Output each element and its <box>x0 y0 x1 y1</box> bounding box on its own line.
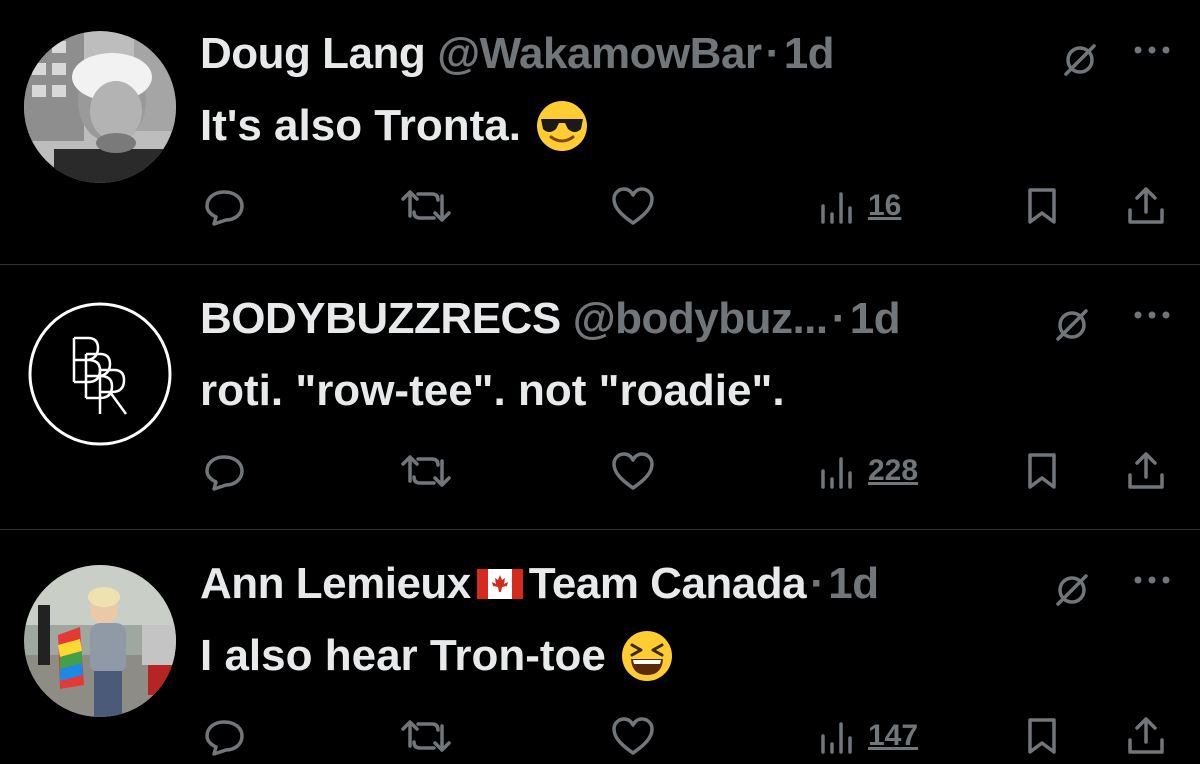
timestamp[interactable]: 1d <box>828 559 879 609</box>
author-handle[interactable]: @WakamowBar <box>437 29 762 79</box>
tweet-actions: 16 <box>0 178 1200 234</box>
timestamp[interactable]: 1d <box>784 29 835 79</box>
view-count[interactable]: 228 <box>868 454 918 488</box>
reply-icon <box>205 190 244 226</box>
more-options-icon[interactable] <box>1130 570 1174 590</box>
like-button[interactable] <box>610 443 656 499</box>
tweet-actions: 147 <box>0 708 1200 764</box>
reply-button[interactable] <box>202 178 246 234</box>
bookmark-button[interactable] <box>1022 443 1062 499</box>
view-count[interactable]: 147 <box>868 719 918 753</box>
reply-button[interactable] <box>202 443 246 499</box>
retweet-button[interactable] <box>400 443 452 499</box>
view-count[interactable]: 16 <box>868 189 901 223</box>
tweet-header: Ann Lemieux Team Canada · 1d <box>200 556 879 612</box>
more-options-icon[interactable] <box>1130 40 1174 60</box>
analytics-icon <box>821 192 852 224</box>
author-name[interactable]: BODYBUZZRECS <box>200 294 561 344</box>
reply-icon <box>205 720 244 756</box>
tweet-text: It's also Tronta. <box>200 101 521 150</box>
grok-icon[interactable] <box>1062 42 1098 78</box>
bookmark-button[interactable] <box>1022 708 1062 764</box>
bookmark-icon <box>1028 453 1056 489</box>
tweet-text-row: roti. "row-tee". not "roadie". <box>200 361 785 421</box>
separator-dot: · <box>831 294 847 343</box>
bookmark-icon <box>1028 188 1056 224</box>
heart-icon <box>612 717 654 755</box>
author-handle[interactable]: @bodybuz... <box>573 294 828 344</box>
more-options-icon[interactable] <box>1130 305 1174 325</box>
separator-dot: · <box>765 29 781 78</box>
share-icon <box>1128 717 1164 754</box>
tweet[interactable]: Ann Lemieux Team Canada · 1d I also hear… <box>0 530 1200 758</box>
views-button[interactable]: 16 <box>818 178 901 234</box>
tweet[interactable]: Doug Lang @WakamowBar · 1d It's also Tro… <box>0 0 1200 264</box>
share-button[interactable] <box>1124 178 1168 234</box>
tweet-text-row: It's also Tronta. <box>200 96 589 156</box>
bookmark-button[interactable] <box>1022 178 1062 234</box>
tweet-text: I also hear Tron-toe <box>200 631 606 680</box>
grinning-squinting-emoji-icon <box>620 629 674 683</box>
like-button[interactable] <box>610 178 656 234</box>
retweet-icon <box>401 720 451 752</box>
sunglasses-emoji-icon <box>535 99 589 153</box>
tweet-text: roti. "row-tee". not "roadie". <box>200 366 785 415</box>
retweet-button[interactable] <box>400 178 452 234</box>
share-icon <box>1128 187 1164 224</box>
tweet-actions: 228 <box>0 443 1200 499</box>
analytics-icon <box>821 457 852 489</box>
tweet[interactable]: BODYBUZZRECS @bodybuz... · 1d roti. "row… <box>0 265 1200 529</box>
timestamp[interactable]: 1d <box>850 294 901 344</box>
reply-icon <box>205 455 244 491</box>
avatar[interactable] <box>24 298 176 450</box>
tweet-text-row: I also hear Tron-toe <box>200 626 674 686</box>
heart-icon <box>612 452 654 490</box>
author-name-suffix[interactable]: Team Canada <box>529 559 807 609</box>
bookmark-icon <box>1028 718 1056 754</box>
tweet-header: BODYBUZZRECS @bodybuz... · 1d <box>200 291 901 347</box>
share-icon <box>1128 452 1164 489</box>
analytics-icon <box>821 722 852 754</box>
share-button[interactable] <box>1124 708 1168 764</box>
avatar[interactable] <box>24 31 176 183</box>
views-button[interactable]: 147 <box>818 708 918 764</box>
heart-icon <box>612 187 654 225</box>
grok-icon[interactable] <box>1054 572 1090 608</box>
author-name[interactable]: Ann Lemieux <box>200 559 471 609</box>
retweet-icon <box>401 190 451 222</box>
canada-flag-icon <box>476 569 523 599</box>
share-button[interactable] <box>1124 443 1168 499</box>
separator-dot: · <box>810 559 825 608</box>
grok-icon[interactable] <box>1054 307 1090 343</box>
retweet-button[interactable] <box>400 708 452 764</box>
author-name[interactable]: Doug Lang <box>200 29 426 79</box>
tweet-header: Doug Lang @WakamowBar · 1d <box>200 26 835 82</box>
views-button[interactable]: 228 <box>818 443 918 499</box>
avatar[interactable] <box>24 565 176 717</box>
like-button[interactable] <box>610 708 656 764</box>
retweet-icon <box>401 455 451 487</box>
reply-button[interactable] <box>202 708 246 764</box>
